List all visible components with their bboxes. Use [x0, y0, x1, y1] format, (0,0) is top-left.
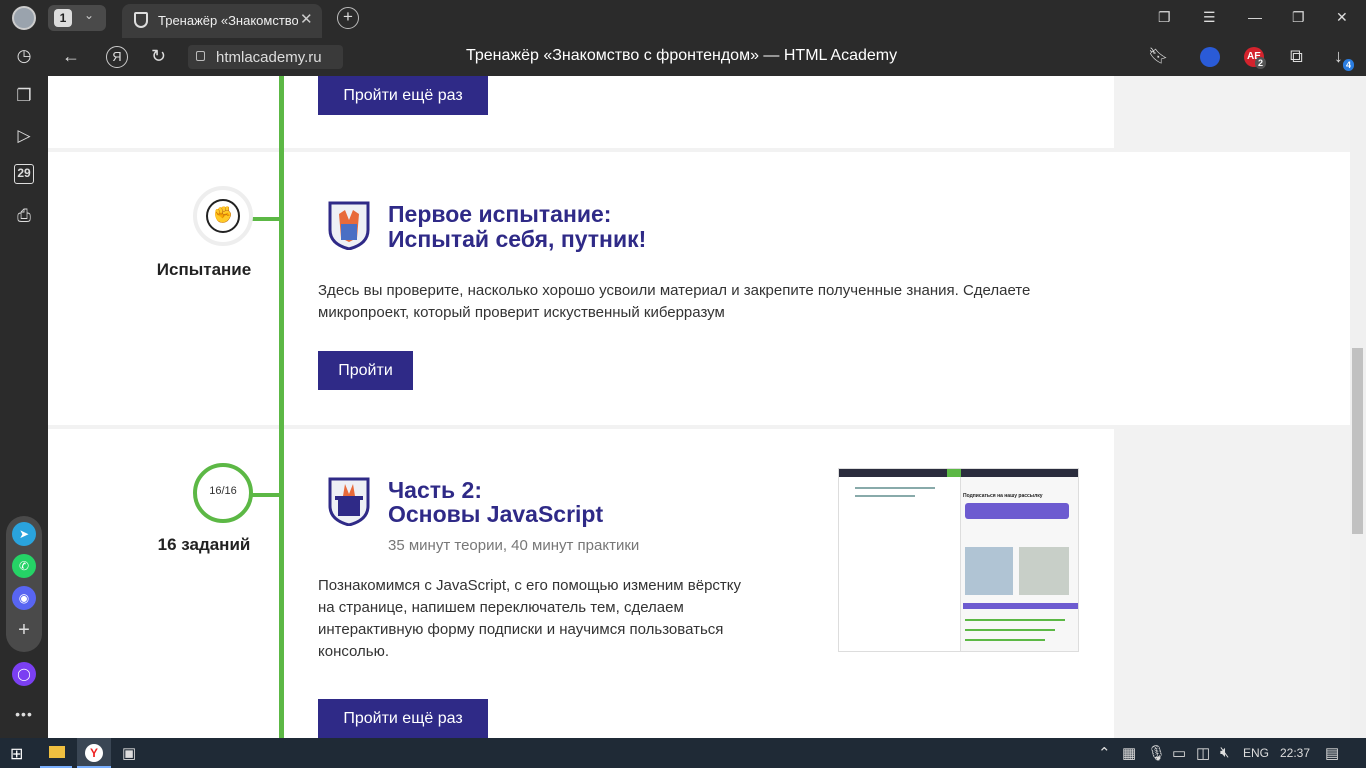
- windows-start-icon[interactable]: ⊞: [10, 744, 23, 764]
- part2-title-line2: Основы JavaScript: [388, 501, 604, 527]
- os-taskbar: ⊞ Y ▣ ⌃ ▦ 🎙︎ ▭ ◫ 🔇︎ ENG 22:37 ▤: [0, 738, 1366, 768]
- alice-icon[interactable]: ◯: [12, 662, 36, 686]
- profile-avatar[interactable]: [12, 6, 36, 30]
- lock-icon: [196, 51, 205, 61]
- collections-icon[interactable]: ❐: [1158, 9, 1171, 26]
- page-content: Пройти ещё раз ✊ Испытание Первое испыта…: [48, 76, 1350, 738]
- trial-start-button[interactable]: Пройти: [318, 351, 413, 390]
- part2-retry-button[interactable]: Пройти ещё раз: [318, 699, 488, 738]
- trial-title-line2: Испытай себя, путник!: [388, 226, 647, 252]
- microphone-icon[interactable]: 🎙︎: [1147, 744, 1166, 762]
- file-explorer-icon[interactable]: [40, 738, 72, 768]
- shield-icon: [134, 12, 148, 28]
- trial-description-line2: микропроект, который проверит искуственн…: [318, 304, 725, 321]
- reload-icon[interactable]: ↻: [151, 46, 166, 67]
- trial-badge-icon: [327, 200, 371, 251]
- part2-progress-text: 16/16: [209, 485, 237, 497]
- url-text: htmlacademy.ru: [216, 49, 322, 66]
- part2-description-line1: Познакомимся с JavaScript, с его помощью…: [318, 577, 742, 594]
- extension-badge: 2: [1255, 57, 1267, 69]
- part2-status-label: 16 заданий: [157, 535, 251, 554]
- page-title: Тренажёр «Знакомство с фронтендом» — HTM…: [466, 47, 898, 64]
- new-tab-button[interactable]: +: [337, 7, 359, 29]
- browser-sidebar: ◷ ❐ ▷ 29 ⎙ ➤ ✆ ◉ + ◯ •••: [0, 38, 48, 738]
- page-scrollbar[interactable]: [1350, 76, 1366, 738]
- collections-icon[interactable]: ❐: [12, 84, 36, 108]
- trial-fist-icon: ✊: [206, 199, 240, 233]
- screenshot-icon[interactable]: ⎙: [12, 204, 36, 228]
- trial-status-circle: ✊: [193, 186, 253, 246]
- notifications-icon[interactable]: ▤: [1325, 744, 1339, 762]
- tab-count: 1: [54, 9, 72, 27]
- trial-connector: [248, 217, 282, 221]
- extensions-icon[interactable]: ⧉: [1290, 46, 1303, 67]
- language-indicator[interactable]: ENG: [1243, 746, 1269, 760]
- prev-section-card: [48, 76, 1114, 148]
- video-icon[interactable]: ▷: [12, 124, 36, 148]
- yandex-browser-taskbar-icon[interactable]: Y: [77, 738, 111, 768]
- address-bar: ← Я ↻ htmlacademy.ru Тренажёр «Знакомств…: [48, 38, 1366, 76]
- more-icon[interactable]: •••: [12, 702, 36, 726]
- close-window-icon[interactable]: ✕: [1336, 9, 1348, 26]
- part2-description-line3: интерактивную форму подписки и научимся …: [318, 621, 724, 638]
- part2-description-line2: на странице, напишем переключатель тем, …: [318, 599, 684, 616]
- telegram-icon[interactable]: ➤: [12, 522, 36, 546]
- add-panel-icon[interactable]: +: [12, 618, 36, 642]
- part2-badge-icon: [327, 476, 371, 527]
- close-tab-icon[interactable]: ✕: [300, 10, 313, 28]
- download-icon[interactable]: ↓: [1334, 46, 1343, 67]
- active-tab[interactable]: Тренажёр «Знакомство ✕: [122, 4, 322, 38]
- trial-description-line1: Здесь вы проверите, насколько хорошо усв…: [318, 282, 1031, 299]
- restore-icon[interactable]: ❐: [1292, 9, 1305, 26]
- battery-icon[interactable]: ▭: [1172, 744, 1186, 762]
- network-icon[interactable]: ◫: [1196, 744, 1210, 762]
- whatsapp-icon[interactable]: ✆: [12, 554, 36, 578]
- app-icon[interactable]: ▣: [122, 744, 136, 762]
- calendar-icon[interactable]: 29: [14, 164, 34, 184]
- volume-muted-icon[interactable]: 🔇︎: [1220, 744, 1229, 761]
- part2-description-line4: консолью.: [318, 643, 390, 660]
- retry-previous-button[interactable]: Пройти ещё раз: [318, 76, 488, 115]
- chevron-down-icon: ⌄: [84, 8, 95, 22]
- tray-chevron-icon[interactable]: ⌃: [1098, 744, 1111, 762]
- messengers-panel: ➤ ✆ ◉ +: [6, 516, 42, 652]
- preview-heading: Подписаться на нашу рассылку: [963, 493, 1043, 499]
- yandex-icon[interactable]: Я: [106, 46, 128, 68]
- part2-duration: 35 минут теории, 40 минут практики: [388, 537, 640, 554]
- download-count-badge: 4: [1343, 59, 1355, 71]
- part2-title-line1: Часть 2:: [388, 477, 482, 503]
- back-icon[interactable]: ←: [62, 46, 80, 67]
- discord-icon[interactable]: ◉: [12, 586, 36, 610]
- history-icon[interactable]: ◷: [12, 44, 36, 68]
- bookmark-icon[interactable]: 🔖︎: [1148, 46, 1168, 66]
- tray-app-icon[interactable]: ▦: [1122, 744, 1136, 762]
- browser-tab-bar: 1 ⌄ Тренажёр «Знакомство ✕ + ❐ ☰ — ❐ ✕: [0, 0, 1366, 38]
- part2-preview-image: Подписаться на нашу рассылку: [838, 468, 1079, 652]
- clock[interactable]: 22:37: [1280, 746, 1310, 760]
- part2-connector: [248, 493, 282, 497]
- tab-title: Тренажёр «Знакомство: [158, 13, 298, 28]
- minimize-icon[interactable]: —: [1248, 9, 1262, 25]
- url-field[interactable]: htmlacademy.ru: [188, 45, 343, 69]
- vpn-extension-icon[interactable]: [1200, 47, 1220, 67]
- trial-title-line1: Первое испытание:: [388, 201, 612, 227]
- progress-timeline: [279, 76, 284, 738]
- part2-progress-circle: 16/16: [193, 463, 253, 523]
- tab-count-button[interactable]: 1 ⌄: [48, 5, 106, 31]
- trial-status-label: Испытание: [156, 260, 252, 279]
- menu-icon[interactable]: ☰: [1203, 9, 1216, 26]
- scrollbar-thumb[interactable]: [1352, 348, 1363, 534]
